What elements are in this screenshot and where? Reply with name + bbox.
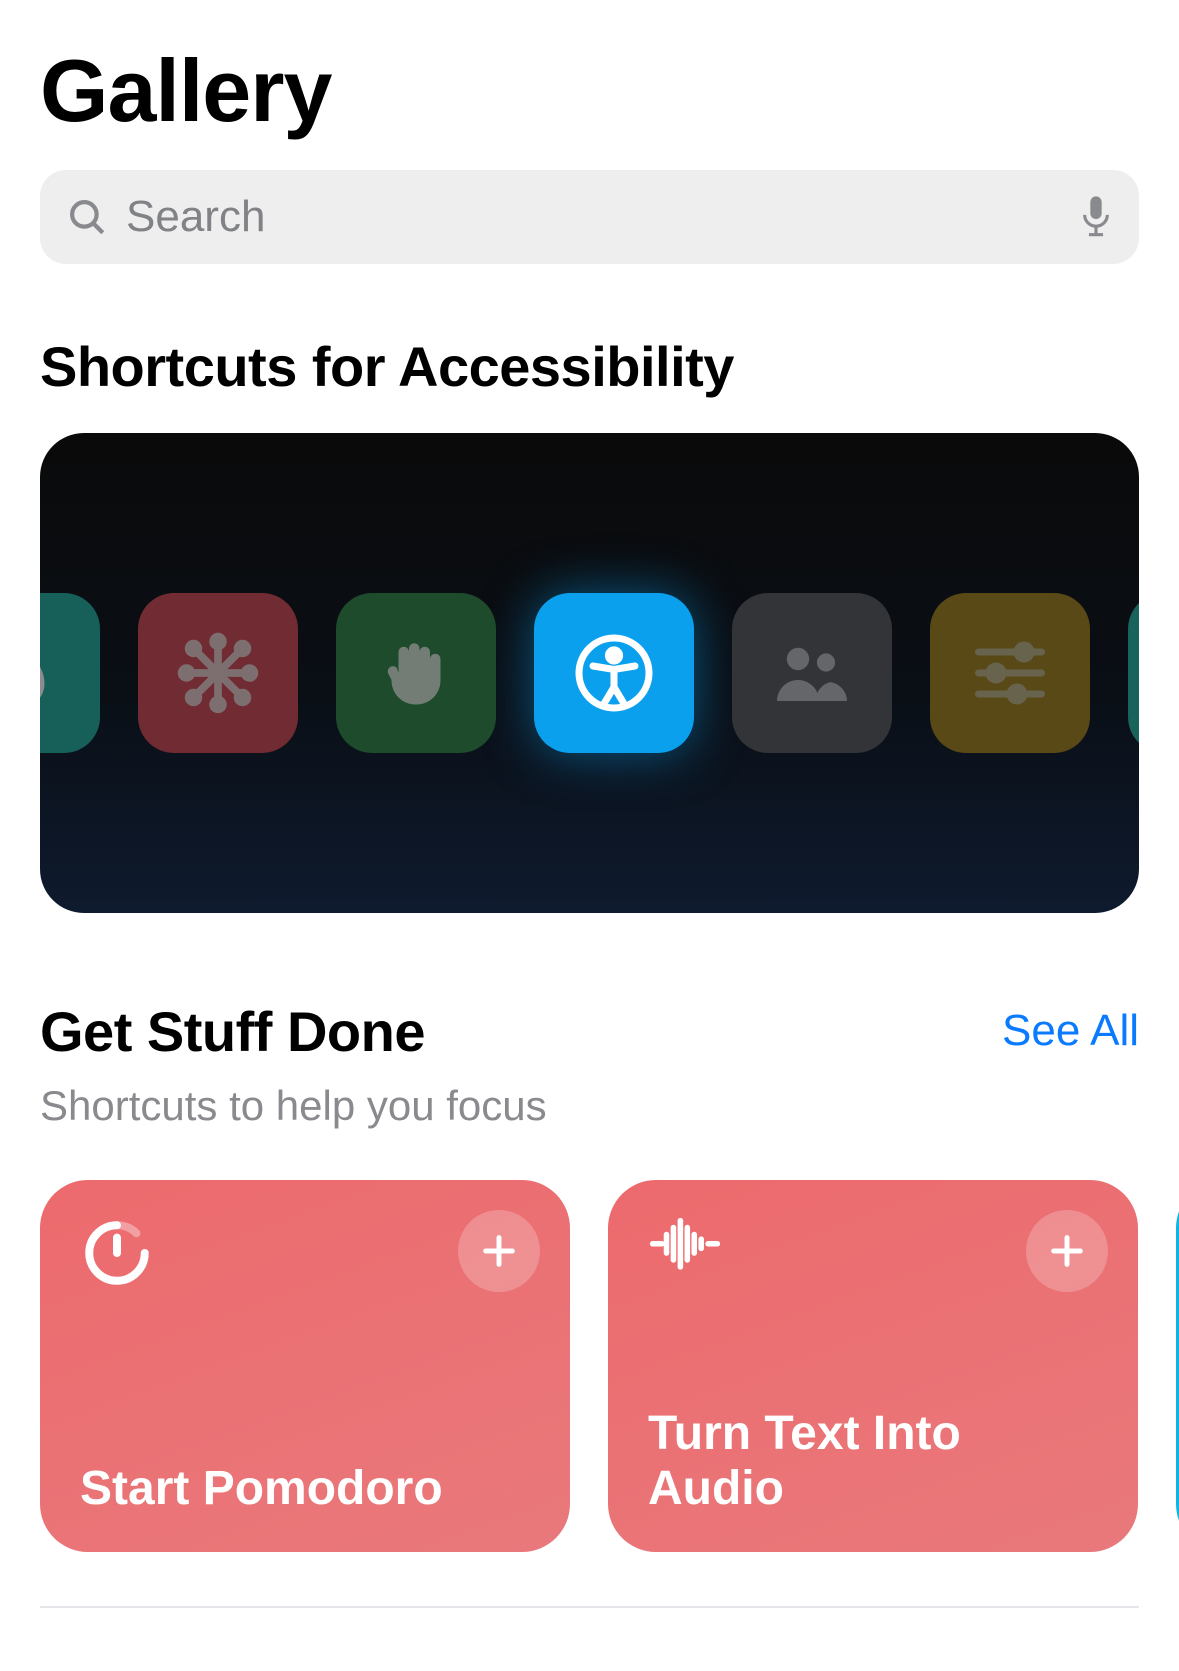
sliders-icon bbox=[930, 593, 1090, 753]
card-title: Start Pomodoro bbox=[80, 1461, 530, 1516]
hand-icon bbox=[336, 593, 496, 753]
section-accessibility-title: Shortcuts for Accessibility bbox=[40, 334, 1139, 399]
waveform-icon bbox=[648, 1216, 722, 1290]
shortcut-card-textaudio[interactable]: Turn Text Into Audio bbox=[608, 1180, 1138, 1552]
search-icon bbox=[66, 196, 108, 238]
add-button[interactable] bbox=[1026, 1210, 1108, 1292]
search-placeholder: Search bbox=[108, 192, 1079, 242]
timer-icon bbox=[80, 1216, 154, 1290]
people-icon bbox=[732, 593, 892, 753]
microphone-icon[interactable] bbox=[1079, 195, 1113, 239]
asterisk-icon bbox=[138, 593, 298, 753]
sparkle-icon bbox=[1128, 593, 1139, 753]
section-getstuffdone-title: Get Stuff Done bbox=[40, 999, 425, 1064]
page-title: Gallery bbox=[40, 40, 1139, 142]
search-input[interactable]: Search bbox=[40, 170, 1139, 264]
divider bbox=[40, 1606, 1139, 1608]
shortcut-card-pomodoro[interactable]: Start Pomodoro bbox=[40, 1180, 570, 1552]
accessibility-banner[interactable] bbox=[40, 433, 1139, 913]
shortcut-cards-row: Start Pomodoro Turn bbox=[40, 1180, 1139, 1552]
section-getstuffdone-subtitle: Shortcuts to help you focus bbox=[40, 1082, 1139, 1130]
water-icon bbox=[40, 593, 100, 753]
see-all-link[interactable]: See All bbox=[1002, 1006, 1139, 1064]
card-title: Turn Text Into Audio bbox=[648, 1406, 1098, 1516]
accessibility-icon bbox=[534, 593, 694, 753]
add-button[interactable] bbox=[458, 1210, 540, 1292]
